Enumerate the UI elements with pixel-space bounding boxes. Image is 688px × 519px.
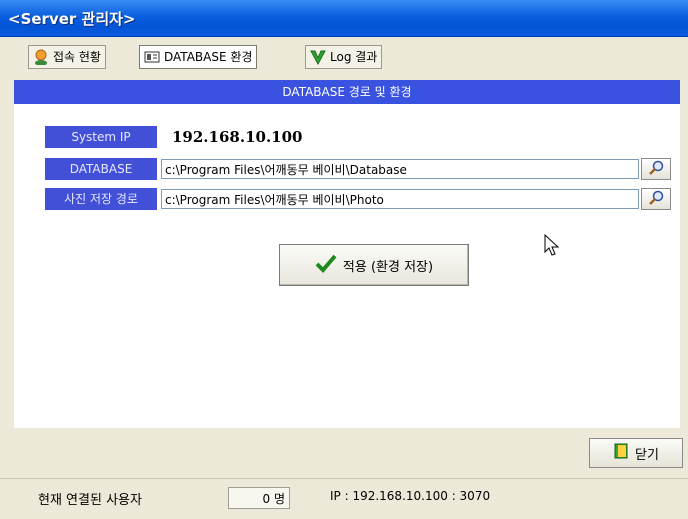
users-icon [33, 49, 49, 66]
system-ip-label: System IP [45, 126, 157, 148]
tab-database-settings[interactable]: DATABASE 환경 [139, 45, 258, 69]
connected-users-label: 현재 연결된 사용자 [38, 493, 142, 508]
button-bar [0, 428, 688, 476]
mouse-pointer-icon [544, 233, 560, 261]
tab-strip: 접속 현황 DATABASE 환경 Log 결과 [0, 38, 688, 74]
tab-label: Log 결과 [330, 50, 378, 64]
database-path-field[interactable]: c:\Program Files\어깨동무 베이비\Database [161, 159, 639, 179]
server-ip-info: IP : 192.168.10.100 : 3070 [330, 489, 491, 503]
apply-button-label: 적용 (환경 저장) [342, 259, 434, 275]
title-bar: <Server 관리자> [0, 0, 688, 37]
database-label: DATABASE [45, 158, 157, 180]
tab-label: 접속 현황 [53, 50, 101, 64]
database-icon [144, 49, 160, 65]
search-icon [648, 190, 664, 209]
door-icon [613, 443, 629, 463]
tab-label: DATABASE 환경 [164, 50, 253, 64]
photo-path-label: 사진 저장 경로 [45, 188, 157, 210]
log-check-icon [310, 49, 326, 66]
database-browse-button[interactable] [641, 158, 671, 180]
close-button-label: 닫기 [635, 447, 659, 463]
close-button[interactable]: 닫기 [589, 438, 683, 468]
system-ip-value: 192.168.10.100 [172, 128, 303, 146]
photo-path-field[interactable]: c:\Program Files\어깨동무 베이비\Photo [161, 189, 639, 209]
section-header: DATABASE 경로 및 환경 [14, 80, 680, 104]
status-bar: 현재 연결된 사용자 0 명 IP : 192.168.10.100 : 307… [0, 478, 688, 519]
photo-browse-button[interactable] [641, 188, 671, 210]
tab-log-results[interactable]: Log 결과 [305, 45, 383, 69]
window-title: <Server 관리자> [8, 10, 136, 28]
connected-users-count: 0 명 [228, 487, 290, 509]
apply-button[interactable]: 적용 (환경 저장) [279, 244, 469, 286]
search-icon [648, 160, 664, 179]
tab-connection-status[interactable]: 접속 현황 [28, 45, 106, 69]
checkmark-icon [315, 253, 337, 277]
